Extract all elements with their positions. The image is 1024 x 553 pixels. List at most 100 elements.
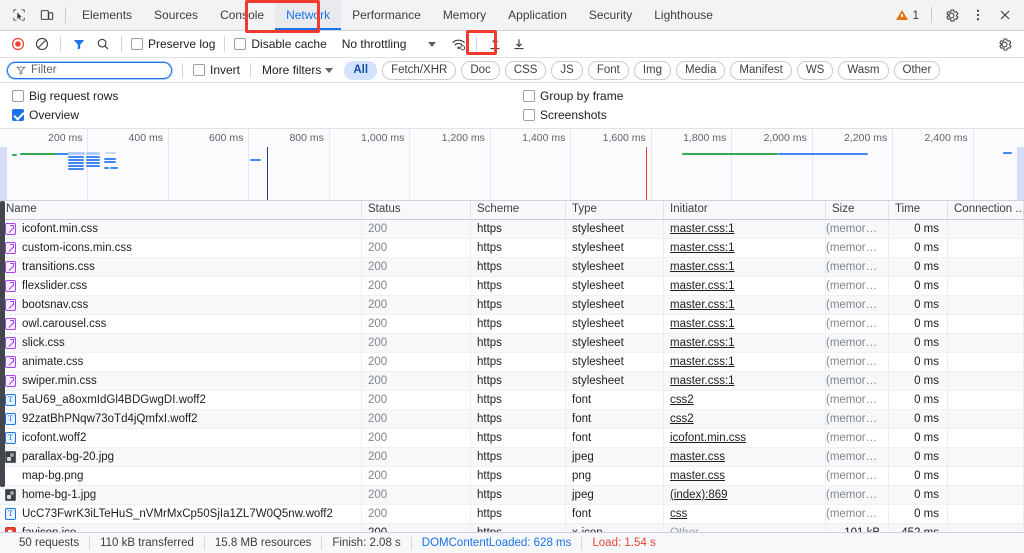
tab-security[interactable]: Security (578, 0, 643, 30)
vertical-scrollbar[interactable] (0, 201, 5, 487)
invert-checkbox[interactable]: Invert (190, 63, 243, 77)
initiator-link[interactable]: master.css:1 (670, 356, 735, 368)
search-icon[interactable] (91, 32, 115, 56)
column-header-connection[interactable]: Connection ... (948, 201, 1024, 219)
cell-initiator[interactable]: master.css:1 (664, 239, 826, 258)
initiator-link[interactable]: master.css:1 (670, 299, 735, 311)
cell-initiator[interactable]: master.css:1 (664, 372, 826, 391)
table-row[interactable]: parallax-bg-20.jpg200httpsjpegmaster.css… (0, 448, 1024, 467)
table-row[interactable]: TUcC73FwrK3iLTeHuS_nVMrMxCp50SjIa1ZL7W0Q… (0, 505, 1024, 524)
initiator-link[interactable]: master.css (670, 451, 725, 463)
overview-checkbox[interactable]: Overview (9, 108, 82, 122)
chip-js[interactable]: JS (551, 61, 582, 80)
chip-manifest[interactable]: Manifest (730, 61, 791, 80)
overview-left-handle[interactable] (0, 147, 7, 200)
chip-wasm[interactable]: Wasm (838, 61, 888, 80)
initiator-link[interactable]: (index):869 (670, 489, 728, 501)
group-by-frame-checkbox[interactable]: Group by frame (520, 89, 626, 103)
chip-fetch-xhr[interactable]: Fetch/XHR (382, 61, 456, 80)
table-row[interactable]: favicon.ico200httpsx-iconOther101 kB452 … (0, 524, 1024, 532)
filter-toggle-icon[interactable] (67, 32, 91, 56)
column-header-initiator[interactable]: Initiator (664, 201, 826, 219)
table-row[interactable]: home-bg-1.jpg200httpsjpeg(index):869(mem… (0, 486, 1024, 505)
throttling-dropdown[interactable]: No throttling (338, 35, 441, 53)
cell-initiator[interactable]: (index):869 (664, 486, 826, 505)
network-overview-timeline[interactable]: 200 ms400 ms600 ms800 ms1,000 ms1,200 ms… (0, 129, 1024, 201)
tab-sources[interactable]: Sources (143, 0, 209, 30)
column-header-name[interactable]: Name (0, 201, 362, 219)
tab-application[interactable]: Application (497, 0, 578, 30)
cell-initiator[interactable]: css2 (664, 391, 826, 410)
table-row[interactable]: flexslider.css200httpsstylesheetmaster.c… (0, 277, 1024, 296)
chip-doc[interactable]: Doc (461, 61, 499, 80)
column-header-time[interactable]: Time (889, 201, 948, 219)
screenshots-checkbox[interactable]: Screenshots (520, 108, 610, 122)
initiator-link[interactable]: master.css:1 (670, 223, 735, 235)
column-header-type[interactable]: Type (566, 201, 664, 219)
network-settings-gear-icon[interactable] (992, 32, 1016, 56)
column-header-scheme[interactable]: Scheme (471, 201, 566, 219)
table-row[interactable]: animate.css200httpsstylesheetmaster.css:… (0, 353, 1024, 372)
preserve-log-checkbox[interactable]: Preserve log (128, 37, 218, 51)
chip-other[interactable]: Other (894, 61, 941, 80)
record-button[interactable] (6, 32, 30, 56)
chip-ws[interactable]: WS (797, 61, 834, 80)
initiator-link[interactable]: master.css (670, 470, 725, 482)
more-options-icon[interactable] (965, 2, 991, 28)
clear-button[interactable] (30, 32, 54, 56)
table-row[interactable]: T5aU69_a8oxmIdGl4BDGwgDI.woff2200httpsfo… (0, 391, 1024, 410)
table-row[interactable]: slick.css200httpsstylesheetmaster.css:1(… (0, 334, 1024, 353)
initiator-link[interactable]: icofont.min.css (670, 432, 746, 444)
warning-badge[interactable]: 1 (890, 8, 925, 22)
initiator-link[interactable]: master.css:1 (670, 337, 735, 349)
cell-initiator[interactable]: master.css:1 (664, 277, 826, 296)
cell-initiator[interactable]: css2 (664, 410, 826, 429)
table-row[interactable]: owl.carousel.css200httpsstylesheetmaster… (0, 315, 1024, 334)
table-row[interactable]: icofont.min.css200httpsstylesheetmaster.… (0, 220, 1024, 239)
cell-initiator[interactable]: icofont.min.css (664, 429, 826, 448)
gear-icon[interactable] (938, 2, 964, 28)
initiator-link[interactable]: css2 (670, 413, 694, 425)
initiator-link[interactable]: master.css:1 (670, 242, 735, 254)
table-row[interactable]: swiper.min.css200httpsstylesheetmaster.c… (0, 372, 1024, 391)
import-har-button[interactable] (483, 32, 507, 56)
close-icon[interactable] (992, 2, 1018, 28)
table-row[interactable]: T92zatBhPNqw73oTd4jQmfxI.woff2200httpsfo… (0, 410, 1024, 429)
cell-initiator[interactable]: master.css:1 (664, 296, 826, 315)
column-header-status[interactable]: Status (362, 201, 471, 219)
network-conditions-icon[interactable] (446, 32, 470, 56)
chip-font[interactable]: Font (588, 61, 629, 80)
export-har-button[interactable] (507, 32, 531, 56)
big-request-rows-checkbox[interactable]: Big request rows (9, 89, 121, 103)
overview-right-handle[interactable] (1017, 147, 1024, 200)
cell-initiator[interactable]: master.css (664, 448, 826, 467)
tab-performance[interactable]: Performance (341, 0, 432, 30)
tab-elements[interactable]: Elements (71, 0, 143, 30)
filter-input[interactable]: Filter (7, 62, 172, 79)
tab-network[interactable]: Network (275, 0, 341, 30)
tab-lighthouse[interactable]: Lighthouse (643, 0, 724, 30)
table-row[interactable]: bootsnav.css200httpsstylesheetmaster.css… (0, 296, 1024, 315)
initiator-link[interactable]: master.css:1 (670, 280, 735, 292)
chip-media[interactable]: Media (676, 61, 725, 80)
device-toolbar-icon[interactable] (34, 2, 60, 28)
chip-img[interactable]: Img (634, 61, 671, 80)
cell-initiator[interactable]: master.css (664, 467, 826, 486)
initiator-link[interactable]: master.css:1 (670, 261, 735, 273)
cell-initiator[interactable]: css (664, 505, 826, 524)
tab-console[interactable]: Console (209, 0, 275, 30)
cell-initiator[interactable]: master.css:1 (664, 220, 826, 239)
chip-css[interactable]: CSS (505, 61, 547, 80)
more-filters-dropdown[interactable]: More filters (258, 62, 337, 78)
cell-initiator[interactable]: master.css:1 (664, 353, 826, 372)
initiator-link[interactable]: master.css:1 (670, 318, 735, 330)
table-row[interactable]: Ticofont.woff2200httpsfonticofont.min.cs… (0, 429, 1024, 448)
cell-initiator[interactable]: master.css:1 (664, 258, 826, 277)
table-row[interactable]: custom-icons.min.css200httpsstylesheetma… (0, 239, 1024, 258)
disable-cache-checkbox[interactable]: Disable cache (231, 37, 329, 51)
column-header-size[interactable]: Size (826, 201, 889, 219)
initiator-link[interactable]: master.css:1 (670, 375, 735, 387)
initiator-link[interactable]: css (670, 508, 687, 520)
table-row[interactable]: map-bg.png200httpspngmaster.css(memory .… (0, 467, 1024, 486)
chip-all[interactable]: All (344, 61, 377, 80)
